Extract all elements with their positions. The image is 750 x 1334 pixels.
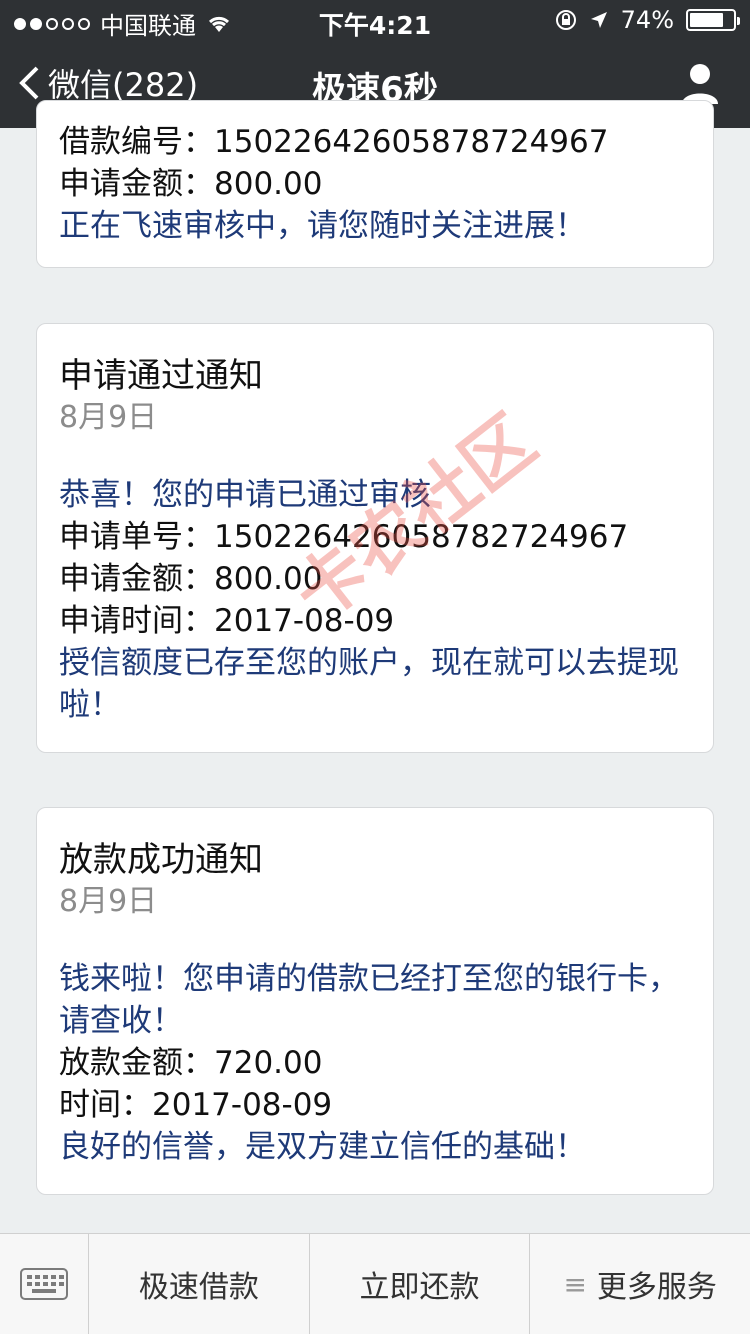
menu-quick-loan[interactable]: 极速借款 [89,1234,310,1334]
time-line: 时间：2017-08-09 [59,1087,333,1123]
card-title: 申请通过通知 [59,356,263,396]
menu-repay-now[interactable]: 立即还款 [310,1234,531,1334]
amount-line: 申请金额：800.00 [59,561,323,597]
amount-line: 申请金额：800.00 [59,166,323,202]
disbursement-notice-card[interactable]: 放款成功通知 8月9日 钱来啦！您申请的借款已经打至您的银行卡，请查收！ 放款金… [36,807,714,1195]
review-notice-card[interactable]: 借款编号：1502264260587872496​7 申请金额：800.00 正… [36,100,714,268]
approval-notice-card[interactable]: 申请通过通知 8月9日 恭喜！您的申请已通过审核 申请单号：1502264260… [36,323,714,753]
location-arrow-icon [590,12,607,28]
congrats-line: 恭喜！您的申请已通过审核 [59,477,431,513]
credit-note: 授信额度已存至您的账户，现在就可以去提现啦！ [59,645,679,723]
keyboard-toggle-button[interactable] [0,1234,89,1334]
disbursement-message: 钱来啦！您申请的借款已经打至您的银行卡，请查收！ [59,961,679,1039]
loan-number-line: 借款编号：1502264260587872496​7 [59,124,609,160]
battery-percent: 74% [620,6,674,34]
battery-icon [686,9,740,31]
orientation-lock-icon [555,10,576,30]
apply-time-line: 申请时间：2017-08-09 [59,603,395,639]
status-line: 正在飞速审核中，请您随时关注进展！ [59,208,586,244]
status-bar: 中国联通 下午4:21 74% [0,0,750,40]
order-number-line: 申请单号：15022642605878272496​7 [59,519,629,555]
card-date: 8月9日 [59,400,158,435]
card-date: 8月9日 [59,884,158,919]
credit-motto: 良好的信誉，是双方建立信任的基础！ [59,1129,586,1165]
menu-more-services[interactable]: ≡ 更多服务 [530,1234,750,1334]
submenu-icon: ≡ [563,1267,587,1301]
card-title: 放款成功通知 [59,840,263,880]
keyboard-icon [20,1268,68,1300]
service-menu: 极速借款 立即还款 ≡ 更多服务 [0,1233,750,1334]
disbursed-amount-line: 放款金额：720.00 [59,1045,323,1081]
